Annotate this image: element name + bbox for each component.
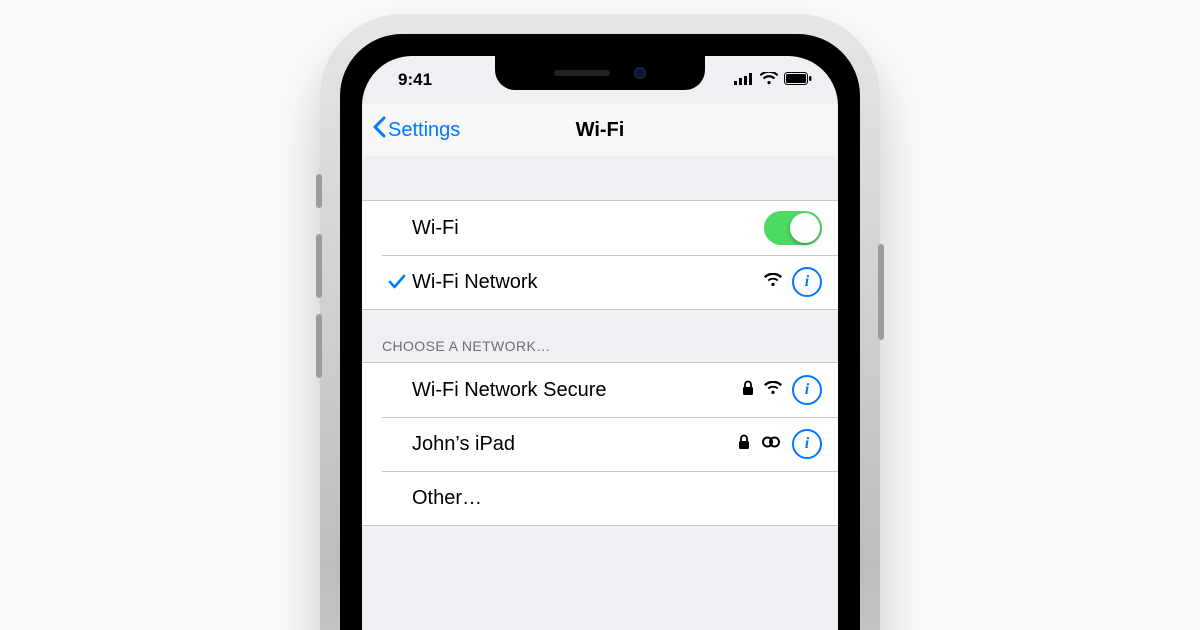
connected-network-name: Wi-Fi Network bbox=[412, 271, 764, 294]
other-network-row[interactable]: Other… bbox=[362, 471, 838, 525]
cellular-signal-icon bbox=[734, 73, 754, 85]
connected-network-row[interactable]: Wi-Fi Network i bbox=[362, 255, 838, 309]
mute-switch bbox=[316, 174, 322, 208]
wifi-signal-icon bbox=[764, 273, 782, 292]
info-button[interactable]: i bbox=[792, 267, 822, 297]
wifi-status-icon bbox=[760, 72, 778, 85]
phone-frame: 9:41 bbox=[330, 24, 870, 630]
network-name: Wi-Fi Network Secure bbox=[412, 379, 742, 402]
lock-icon bbox=[742, 380, 754, 401]
network-row[interactable]: John’s iPad i bbox=[362, 417, 838, 471]
info-button[interactable]: i bbox=[792, 375, 822, 405]
available-networks-group: Wi-Fi Network Secure i bbox=[362, 362, 838, 526]
front-camera bbox=[634, 67, 646, 79]
wifi-toggle[interactable] bbox=[764, 211, 822, 245]
back-label: Settings bbox=[388, 119, 460, 142]
hotspot-icon bbox=[760, 435, 782, 454]
network-row[interactable]: Wi-Fi Network Secure i bbox=[362, 363, 838, 417]
wifi-main-group: Wi-Fi Wi-Fi Network bbox=[362, 200, 838, 310]
volume-up-button bbox=[316, 234, 322, 298]
speaker-grille bbox=[554, 70, 610, 76]
volume-down-button bbox=[316, 314, 322, 378]
wifi-toggle-row[interactable]: Wi-Fi bbox=[362, 201, 838, 255]
status-time: 9:41 bbox=[398, 70, 432, 90]
battery-icon bbox=[784, 72, 812, 85]
screen: 9:41 bbox=[362, 56, 838, 630]
power-button bbox=[878, 244, 884, 340]
network-name: John’s iPad bbox=[412, 433, 738, 456]
notch bbox=[495, 56, 705, 90]
group-spacer bbox=[362, 156, 838, 200]
back-button[interactable]: Settings bbox=[372, 116, 460, 144]
info-button[interactable]: i bbox=[792, 429, 822, 459]
navigation-bar: Settings Wi-Fi bbox=[362, 104, 838, 157]
chevron-left-icon bbox=[372, 116, 388, 144]
lock-icon bbox=[738, 434, 750, 455]
settings-content[interactable]: Wi-Fi Wi-Fi Network bbox=[362, 156, 838, 630]
other-label: Other… bbox=[412, 487, 822, 510]
choose-network-header: CHOOSE A NETWORK… bbox=[362, 310, 838, 362]
checkmark-icon bbox=[382, 274, 412, 290]
wifi-signal-icon bbox=[764, 381, 782, 400]
wifi-toggle-label: Wi-Fi bbox=[412, 217, 764, 240]
